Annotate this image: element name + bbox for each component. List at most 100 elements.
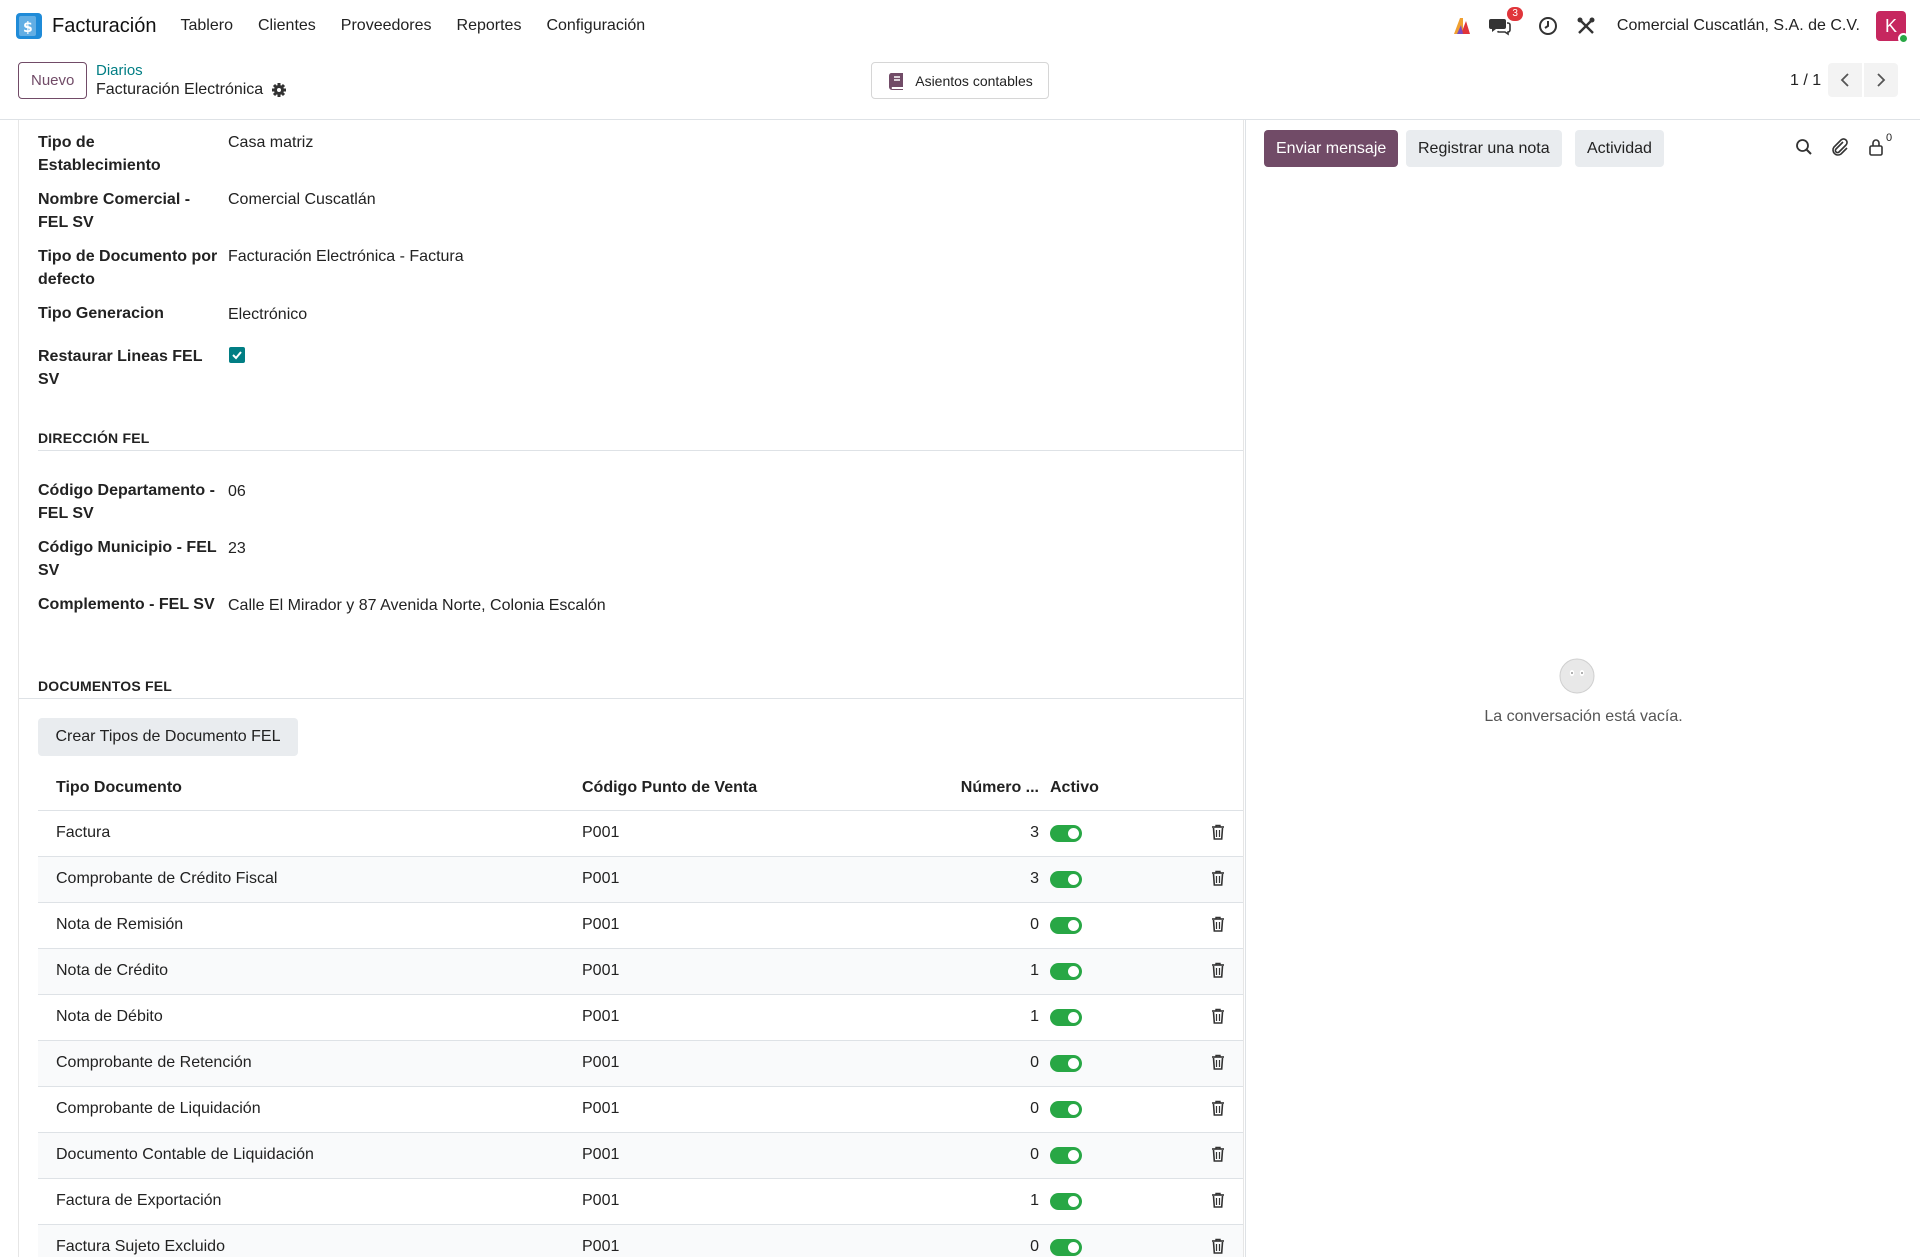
cell-codigo-punto-venta[interactable]: P001 bbox=[582, 870, 619, 888]
cell-tipo-documento[interactable]: Factura Sujeto Excluido bbox=[56, 1238, 225, 1256]
cell-tipo-documento[interactable]: Factura bbox=[56, 824, 110, 842]
cell-codigo-punto-venta[interactable]: P001 bbox=[582, 962, 619, 980]
cell-tipo-documento[interactable]: Comprobante de Retención bbox=[56, 1054, 252, 1072]
menu-reportes[interactable]: Reportes bbox=[457, 17, 522, 35]
cell-numero[interactable]: 1 bbox=[1030, 1008, 1039, 1026]
field-value-codigo-municipio[interactable]: 23 bbox=[228, 537, 246, 560]
paperclip-icon[interactable] bbox=[1831, 138, 1849, 156]
active-toggle[interactable] bbox=[1050, 917, 1082, 934]
table-row[interactable]: Factura de Exportación P001 1 bbox=[38, 1179, 1243, 1225]
journal-entries-smart-button[interactable]: Asientos contables bbox=[871, 62, 1049, 99]
active-toggle[interactable] bbox=[1050, 1239, 1082, 1256]
trash-icon[interactable] bbox=[1211, 1146, 1225, 1162]
pager-next-button[interactable] bbox=[1864, 63, 1898, 97]
table-row[interactable]: Nota de Crédito P001 1 bbox=[38, 949, 1243, 995]
create-document-types-button[interactable]: Crear Tipos de Documento FEL bbox=[38, 718, 298, 756]
trash-icon[interactable] bbox=[1211, 1238, 1225, 1254]
menu-proveedores[interactable]: Proveedores bbox=[341, 17, 432, 35]
cell-numero[interactable]: 0 bbox=[1030, 1238, 1039, 1256]
table-row[interactable]: Factura Sujeto Excluido P001 0 bbox=[38, 1225, 1243, 1257]
cell-tipo-documento[interactable]: Nota de Débito bbox=[56, 1008, 163, 1026]
menu-tablero[interactable]: Tablero bbox=[181, 17, 233, 35]
active-toggle[interactable] bbox=[1050, 1009, 1082, 1026]
pager-previous-button[interactable] bbox=[1828, 63, 1862, 97]
cell-numero[interactable]: 1 bbox=[1030, 962, 1039, 980]
table-row[interactable]: Nota de Remisión P001 0 bbox=[38, 903, 1243, 949]
cell-tipo-documento[interactable]: Comprobante de Crédito Fiscal bbox=[56, 870, 277, 888]
active-toggle[interactable] bbox=[1050, 1101, 1082, 1118]
field-value-tipo-establecimiento[interactable]: Casa matriz bbox=[228, 131, 313, 154]
cell-codigo-punto-venta[interactable]: P001 bbox=[582, 1008, 619, 1026]
cell-codigo-punto-venta[interactable]: P001 bbox=[582, 1238, 619, 1256]
cell-tipo-documento[interactable]: Nota de Remisión bbox=[56, 916, 183, 934]
cell-numero[interactable]: 3 bbox=[1030, 870, 1039, 888]
cell-numero[interactable]: 0 bbox=[1030, 916, 1039, 934]
table-row[interactable]: Comprobante de Crédito Fiscal P001 3 bbox=[38, 857, 1243, 903]
trash-icon[interactable] bbox=[1211, 1100, 1225, 1116]
menu-clientes[interactable]: Clientes bbox=[258, 17, 316, 35]
trash-icon[interactable] bbox=[1211, 824, 1225, 840]
field-value-nombre-comercial[interactable]: Comercial Cuscatlán bbox=[228, 188, 376, 211]
new-button[interactable]: Nuevo bbox=[18, 62, 88, 99]
table-row[interactable]: Documento Contable de Liquidación P001 0 bbox=[38, 1133, 1243, 1179]
column-header-numero[interactable]: Número ... bbox=[961, 779, 1039, 797]
activity-button[interactable]: Actividad bbox=[1575, 130, 1664, 167]
log-note-button[interactable]: Registrar una nota bbox=[1406, 130, 1562, 167]
followers-lock-icon[interactable] bbox=[1868, 138, 1884, 156]
field-value-codigo-departamento[interactable]: 06 bbox=[228, 480, 246, 503]
cell-tipo-documento[interactable]: Comprobante de Liquidación bbox=[56, 1100, 261, 1118]
ai-assistant-icon[interactable] bbox=[1451, 15, 1473, 37]
table-row[interactable]: Comprobante de Retención P001 0 bbox=[38, 1041, 1243, 1087]
field-label-codigo-municipio: Código Municipio - FEL SV bbox=[38, 539, 217, 579]
cell-tipo-documento[interactable]: Factura de Exportación bbox=[56, 1192, 221, 1210]
user-avatar[interactable]: K bbox=[1876, 11, 1909, 44]
company-switcher[interactable]: Comercial Cuscatlán, S.A. de C.V. bbox=[1617, 17, 1860, 35]
pager-value[interactable]: 1 / 1 bbox=[1790, 72, 1821, 90]
app-name[interactable]: Facturación bbox=[52, 15, 157, 38]
tools-icon[interactable] bbox=[1575, 15, 1597, 37]
active-toggle[interactable] bbox=[1050, 1147, 1082, 1164]
messages-icon[interactable]: 3 bbox=[1488, 7, 1523, 37]
send-message-button[interactable]: Enviar mensaje bbox=[1264, 130, 1399, 167]
active-toggle[interactable] bbox=[1050, 871, 1082, 888]
column-header-tipo-documento[interactable]: Tipo Documento bbox=[56, 779, 182, 797]
gear-icon[interactable] bbox=[271, 82, 287, 98]
table-row[interactable]: Nota de Débito P001 1 bbox=[38, 995, 1243, 1041]
table-row[interactable]: Factura P001 3 bbox=[38, 811, 1243, 857]
table-row[interactable]: Comprobante de Liquidación P001 0 bbox=[38, 1087, 1243, 1133]
cell-tipo-documento[interactable]: Nota de Crédito bbox=[56, 962, 168, 980]
menu-configuracion[interactable]: Configuración bbox=[546, 17, 645, 35]
active-toggle[interactable] bbox=[1050, 963, 1082, 980]
cell-numero[interactable]: 1 bbox=[1030, 1192, 1039, 1210]
restaurar-lineas-checkbox[interactable] bbox=[229, 347, 245, 363]
cell-numero[interactable]: 0 bbox=[1030, 1054, 1039, 1072]
cell-numero[interactable]: 0 bbox=[1030, 1100, 1039, 1118]
column-header-codigo-punto-venta[interactable]: Código Punto de Venta bbox=[582, 779, 757, 797]
cell-codigo-punto-venta[interactable]: P001 bbox=[582, 1100, 619, 1118]
cell-codigo-punto-venta[interactable]: P001 bbox=[582, 1192, 619, 1210]
cell-tipo-documento[interactable]: Documento Contable de Liquidación bbox=[56, 1146, 314, 1164]
field-value-tipo-documento[interactable]: Facturación Electrónica - Factura bbox=[228, 245, 464, 268]
field-value-complemento[interactable]: Calle El Mirador y 87 Avenida Norte, Col… bbox=[228, 594, 606, 617]
cell-codigo-punto-venta[interactable]: P001 bbox=[582, 916, 619, 934]
trash-icon[interactable] bbox=[1211, 916, 1225, 932]
trash-icon[interactable] bbox=[1211, 962, 1225, 978]
cell-codigo-punto-venta[interactable]: P001 bbox=[582, 1146, 619, 1164]
cell-numero[interactable]: 3 bbox=[1030, 824, 1039, 842]
search-icon[interactable] bbox=[1795, 138, 1813, 156]
cell-numero[interactable]: 0 bbox=[1030, 1146, 1039, 1164]
trash-icon[interactable] bbox=[1211, 1008, 1225, 1024]
invoicing-app-icon[interactable]: $ bbox=[16, 13, 42, 39]
column-header-activo[interactable]: Activo bbox=[1050, 779, 1099, 797]
active-toggle[interactable] bbox=[1050, 1193, 1082, 1210]
cell-codigo-punto-venta[interactable]: P001 bbox=[582, 824, 619, 842]
trash-icon[interactable] bbox=[1211, 1054, 1225, 1070]
trash-icon[interactable] bbox=[1211, 870, 1225, 886]
active-toggle[interactable] bbox=[1050, 825, 1082, 842]
breadcrumb-diarios[interactable]: Diarios bbox=[96, 62, 143, 79]
active-toggle[interactable] bbox=[1050, 1055, 1082, 1072]
trash-icon[interactable] bbox=[1211, 1192, 1225, 1208]
cell-codigo-punto-venta[interactable]: P001 bbox=[582, 1054, 619, 1072]
field-value-tipo-generacion[interactable]: Electrónico bbox=[228, 303, 307, 326]
activity-clock-icon[interactable] bbox=[1537, 15, 1559, 37]
